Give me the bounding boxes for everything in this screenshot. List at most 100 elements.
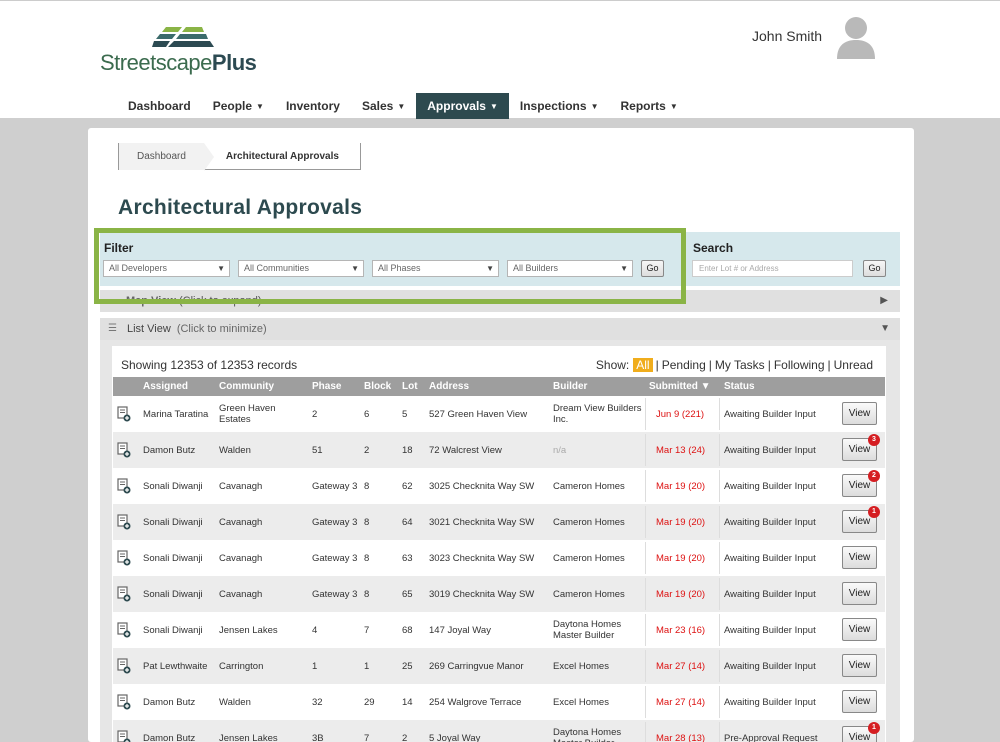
- table-row[interactable]: Sonali Diwanji Cavanagh Gateway 3 8 64 3021 C…: [113, 504, 885, 540]
- list-view-toggle[interactable]: ☰ List View (Click to minimize) ▼: [100, 318, 900, 340]
- cell-builder: Daytona Homes Master Builder: [553, 619, 622, 641]
- search-input[interactable]: Enter Lot # or Address: [692, 260, 853, 277]
- cell-block: 6: [364, 408, 370, 420]
- cell-builder: Dream View Builders Inc.: [553, 403, 642, 425]
- breadcrumb-current: Architectural Approvals: [225, 150, 339, 162]
- cell-phase: 32: [312, 696, 323, 708]
- col-phase[interactable]: Phase: [312, 381, 341, 392]
- table-row[interactable]: Damon Butz Walden 32 29 14 254 Walgrove Terra…: [113, 684, 885, 720]
- document-add-icon[interactable]: [117, 586, 131, 602]
- nav-people[interactable]: People ▼: [202, 93, 275, 119]
- table-row[interactable]: Sonali Diwanji Cavanagh Gateway 3 8 62 3025 C…: [113, 468, 885, 504]
- column-divider: [645, 578, 646, 610]
- col-lot[interactable]: Lot: [402, 381, 418, 392]
- table-row[interactable]: Sonali Diwanji Jensen Lakes 4 7 68 147 Joyal …: [113, 612, 885, 648]
- col-status[interactable]: Status: [724, 381, 755, 392]
- cell-submitted: Mar 19 (20): [656, 480, 706, 492]
- view-button[interactable]: View: [842, 546, 877, 569]
- tab-unread[interactable]: Unread: [834, 358, 873, 372]
- cell-community: Cavanagh: [219, 480, 263, 492]
- nav-inventory[interactable]: Inventory: [275, 93, 351, 119]
- tab-following[interactable]: Following: [774, 358, 825, 372]
- cell-block: 8: [364, 480, 370, 492]
- user-avatar-icon[interactable]: [835, 15, 877, 59]
- nav-sales[interactable]: Sales ▼: [351, 93, 416, 119]
- tab-pending[interactable]: Pending: [662, 358, 706, 372]
- col-community[interactable]: Community: [219, 381, 274, 392]
- document-add-icon[interactable]: [117, 478, 131, 494]
- document-add-icon[interactable]: [117, 550, 131, 566]
- document-add-icon[interactable]: [117, 622, 131, 638]
- logo-mark-icon: [152, 27, 214, 47]
- col-assigned[interactable]: Assigned: [143, 381, 188, 392]
- cell-address: 269 Carringvue Manor: [429, 660, 524, 672]
- table-row[interactable]: Pat Lewthwaite Carrington 1 1 25 269 Carringv…: [113, 648, 885, 684]
- cell-submitted: Mar 19 (20): [656, 588, 706, 600]
- chevron-down-icon: ▼: [590, 102, 599, 111]
- cell-submitted: Jun 9 (221): [656, 408, 705, 420]
- view-button[interactable]: View: [842, 582, 877, 605]
- nav-approvals[interactable]: Approvals ▼: [416, 93, 509, 119]
- chevron-down-icon: ▼: [880, 323, 890, 334]
- tab-all[interactable]: All: [633, 358, 653, 372]
- view-button[interactable]: View: [842, 402, 877, 425]
- table-row[interactable]: Sonali Diwanji Cavanagh Gateway 3 8 63 3023 C…: [113, 540, 885, 576]
- brand-logo[interactable]: StreetscapePlus: [100, 25, 260, 75]
- cell-phase: 1: [312, 660, 318, 672]
- unread-count-badge: 1: [868, 722, 880, 734]
- unread-count-badge: 1: [868, 506, 880, 518]
- cell-status: Awaiting Builder Input: [724, 696, 816, 708]
- cell-status: Pre-Approval Request: [724, 732, 818, 742]
- cell-assigned: Damon Butz: [143, 696, 196, 708]
- col-address[interactable]: Address: [429, 381, 469, 392]
- view-button[interactable]: View: [842, 690, 877, 713]
- cell-assigned: Damon Butz: [143, 732, 196, 742]
- view-button[interactable]: View: [842, 654, 877, 677]
- breadcrumb-home[interactable]: Dashboard: [119, 142, 214, 171]
- tab-my-tasks[interactable]: My Tasks: [715, 358, 765, 372]
- search-go-button[interactable]: Go: [863, 260, 886, 277]
- nav-reports[interactable]: Reports ▼: [609, 93, 688, 119]
- cell-block: 7: [364, 732, 370, 742]
- cell-status: Awaiting Builder Input: [724, 480, 816, 492]
- cell-block: 2: [364, 444, 370, 456]
- cell-submitted: Mar 23 (16): [656, 624, 706, 636]
- table-row[interactable]: Marina Taratina Green Haven Estates 2 6 5 527…: [113, 396, 885, 432]
- document-add-icon[interactable]: [117, 694, 131, 710]
- table-row[interactable]: Sonali Diwanji Cavanagh Gateway 3 8 65 3019 C…: [113, 576, 885, 612]
- table-row[interactable]: Damon Butz Walden 51 2 18 72 Walcrest View n/a…: [113, 432, 885, 468]
- col-block[interactable]: Block: [364, 381, 391, 392]
- cell-builder: Cameron Homes: [553, 516, 625, 528]
- cell-community: Green Haven Estates: [219, 403, 276, 425]
- user-name[interactable]: John Smith: [752, 28, 822, 44]
- cell-assigned: Sonali Diwanji: [143, 480, 203, 492]
- table-row[interactable]: Damon Butz Jensen Lakes 3B 7 2 5 Joyal Way Day…: [113, 720, 885, 742]
- nav-inspections[interactable]: Inspections ▼: [509, 93, 610, 119]
- view-button[interactable]: View: [842, 618, 877, 641]
- document-add-icon[interactable]: [117, 514, 131, 530]
- nav-dashboard[interactable]: Dashboard: [117, 93, 202, 119]
- column-divider: [645, 542, 646, 574]
- chevron-down-icon: ▼: [397, 102, 406, 111]
- cell-address: 5 Joyal Way: [429, 732, 481, 742]
- cell-status: Awaiting Builder Input: [724, 624, 816, 636]
- document-add-icon[interactable]: [117, 442, 131, 458]
- cell-submitted: Mar 28 (13): [656, 732, 706, 742]
- document-add-icon[interactable]: [117, 406, 131, 422]
- chevron-down-icon: ▼: [256, 102, 264, 111]
- document-add-icon[interactable]: [117, 730, 131, 742]
- chevron-down-icon: ▼: [489, 102, 498, 111]
- document-add-icon[interactable]: [117, 658, 131, 674]
- cell-address: 3023 Checknita Way SW: [429, 552, 535, 564]
- cell-lot: 14: [402, 696, 413, 708]
- cell-submitted: Mar 19 (20): [656, 552, 706, 564]
- list-view-hint: (Click to minimize): [176, 323, 267, 335]
- cell-address: 147 Joyal Way: [429, 624, 491, 636]
- cell-status: Awaiting Builder Input: [724, 408, 816, 420]
- column-divider: [719, 650, 720, 682]
- col-builder[interactable]: Builder: [553, 381, 587, 392]
- cell-assigned: Sonali Diwanji: [143, 552, 203, 564]
- cell-phase: 3B: [312, 732, 324, 742]
- cell-community: Carrington: [219, 660, 264, 672]
- col-submitted[interactable]: Submitted ▼: [649, 381, 711, 392]
